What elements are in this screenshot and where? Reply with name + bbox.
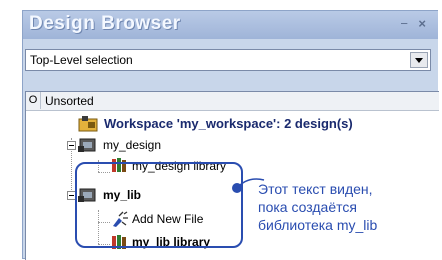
annotation-callout-box — [75, 162, 243, 248]
chevron-down-icon[interactable] — [410, 52, 428, 68]
design-icon — [78, 136, 98, 159]
workspace-node[interactable]: Workspace 'my_workspace': 2 design(s) — [104, 116, 353, 131]
annotation-line: Этот текст виден, — [258, 181, 373, 197]
window-title: Design Browser — [29, 13, 181, 34]
title-bar[interactable]: Design Browser − × — [23, 11, 438, 39]
tree-item-my-design[interactable]: my_design — [103, 138, 161, 152]
selection-dropdown-value: Top-Level selection — [30, 53, 133, 67]
annotation-line: библиотека my_lib — [258, 217, 378, 233]
annotation-line: пока создаётся — [258, 199, 357, 215]
collapse-toggle[interactable] — [67, 141, 76, 150]
workspace-icon — [78, 114, 98, 137]
sort-column-label[interactable]: Unsorted — [45, 94, 94, 108]
annotation-text: Этот текст виден, пока создаётся библиот… — [258, 180, 428, 234]
sort-column-marker[interactable]: O — [26, 92, 41, 109]
selection-dropdown[interactable]: Top-Level selection — [25, 49, 431, 71]
pin-icon[interactable]: − — [400, 17, 408, 31]
tree-header[interactable]: O Unsorted — [26, 92, 439, 111]
close-icon[interactable]: × — [418, 17, 426, 31]
